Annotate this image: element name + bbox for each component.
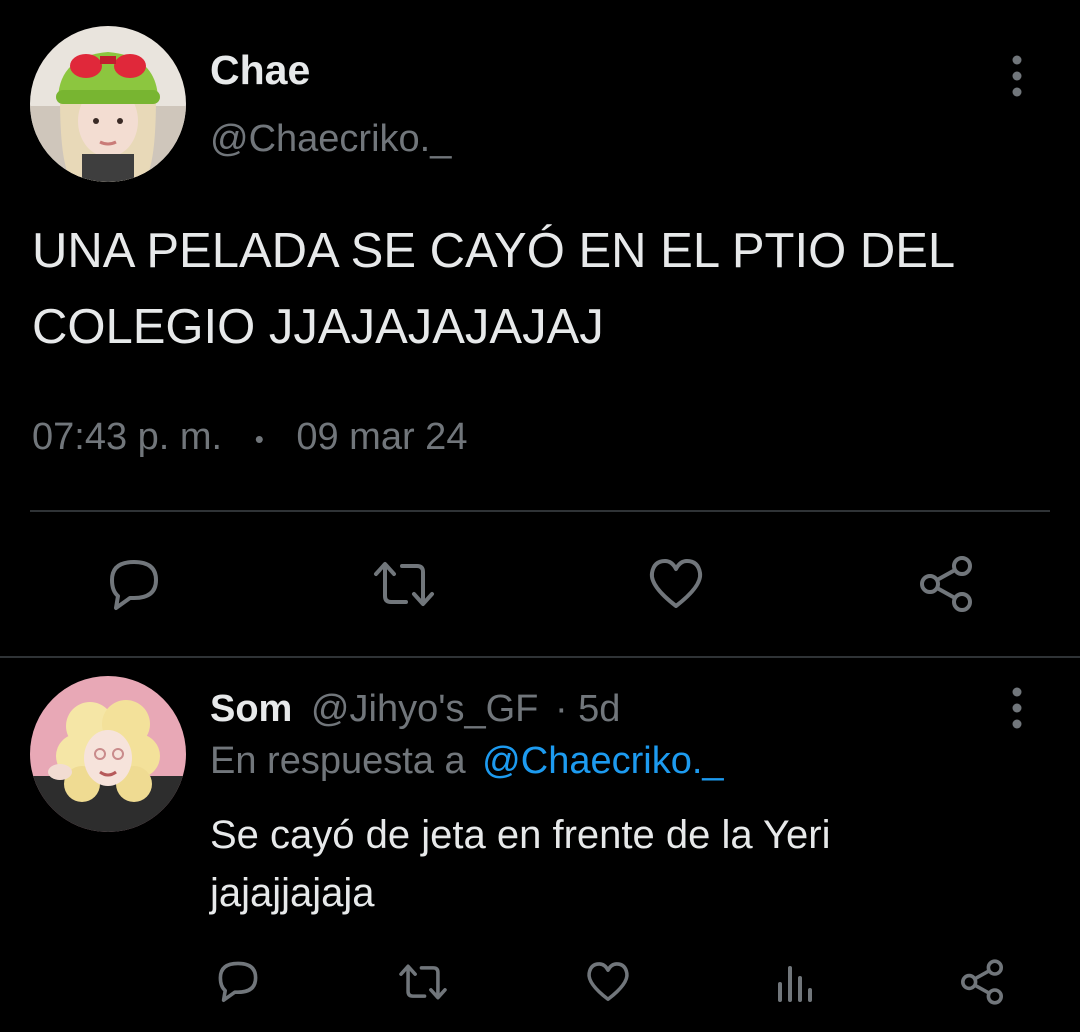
share-icon[interactable]: [916, 554, 976, 614]
tweet-text-line-2: COLEGIO JJAJAJAJAJAJ: [32, 300, 604, 354]
in-reply-to-label: En respuesta a: [210, 740, 466, 782]
reply-author-avatar[interactable]: [30, 676, 186, 832]
like-icon[interactable]: [584, 960, 632, 1004]
tweet-date: 09 mar 24: [296, 416, 468, 458]
divider: [30, 510, 1050, 512]
tweet-time: 07:43 p. m.: [32, 416, 223, 458]
more-options-icon[interactable]: [1004, 54, 1030, 98]
reply-icon[interactable]: [104, 556, 164, 612]
reply-author-handle[interactable]: @Jihyo's_GF: [311, 688, 538, 730]
timestamp-separator: •: [254, 423, 264, 454]
reply-icon[interactable]: [214, 958, 262, 1004]
author-handle[interactable]: @Chaecriko._: [210, 116, 451, 162]
views-icon[interactable]: [774, 962, 816, 1004]
author-name[interactable]: Chae: [210, 46, 310, 94]
reply-text-line-1: Se cayó de jeta en frente de la Yeri: [210, 813, 831, 857]
divider: [0, 656, 1080, 658]
tweet-text-line-1: UNA PELADA SE CAYÓ EN EL PTIO DEL: [32, 224, 956, 278]
avatar-image: [30, 676, 186, 832]
reply-header: Som @Jihyo's_GF · 5d: [210, 686, 620, 732]
share-icon[interactable]: [958, 958, 1006, 1006]
more-options-icon[interactable]: [1004, 686, 1030, 730]
like-icon[interactable]: [646, 556, 706, 612]
in-reply-to: En respuesta a @Chaecriko._: [210, 738, 724, 784]
reply-age: · 5d: [554, 688, 621, 730]
retweet-icon[interactable]: [396, 960, 450, 1004]
author-avatar[interactable]: [30, 26, 186, 182]
reply-author-name[interactable]: Som: [210, 688, 292, 730]
tweet-timestamp: 07:43 p. m. • 09 mar 24: [32, 414, 467, 462]
reply-text-line-2: jajajjajaja: [210, 871, 375, 915]
in-reply-to-handle[interactable]: @Chaecriko._: [482, 740, 723, 782]
avatar-image: [30, 26, 186, 182]
retweet-icon[interactable]: [370, 556, 438, 612]
